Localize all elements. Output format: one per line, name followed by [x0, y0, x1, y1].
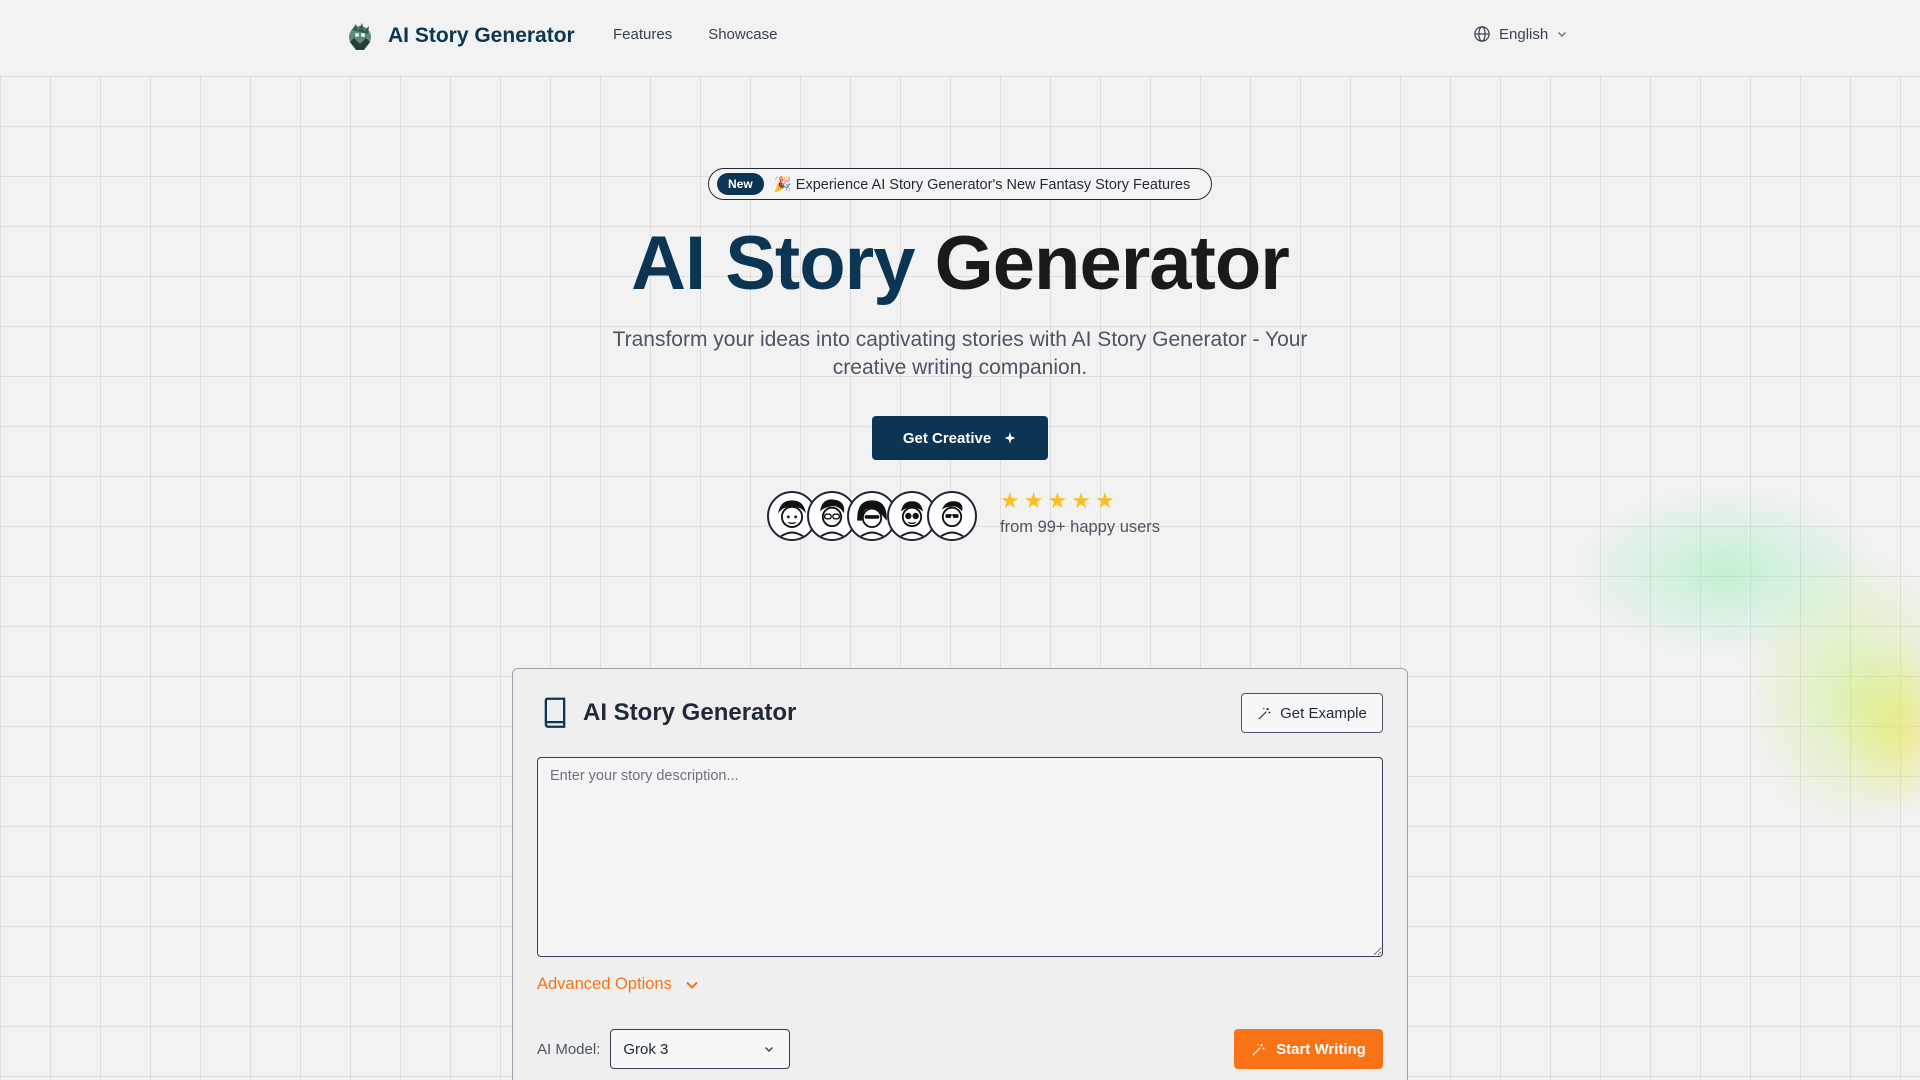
logo-text: AI Story Generator	[388, 24, 575, 47]
nav-item-showcase[interactable]: Showcase	[708, 26, 777, 43]
sparkle-icon	[1004, 432, 1016, 444]
star-icon: ★	[1071, 488, 1091, 513]
chevron-down-icon	[686, 981, 698, 989]
decorative-glow	[1440, 380, 1920, 860]
get-creative-button[interactable]: Get Creative	[872, 416, 1048, 460]
model-row: AI Model: Grok 3	[537, 1029, 791, 1069]
new-badge: New	[717, 173, 764, 195]
star-rating: ★ ★ ★ ★ ★	[1000, 490, 1160, 512]
language-selector[interactable]: English	[1473, 25, 1568, 43]
start-writing-button[interactable]: Start Writing	[1234, 1029, 1383, 1069]
get-example-button[interactable]: Get Example	[1241, 693, 1383, 733]
story-generator-card: AI Story Generator Get Example Advanced …	[512, 668, 1408, 1080]
star-icon: ★	[1047, 488, 1068, 513]
globe-icon	[1474, 26, 1490, 42]
announcement-text: 🎉 Experience AI Story Generator's New Fa…	[774, 176, 1191, 193]
party-icon: 🎉	[773, 176, 792, 193]
advanced-options-toggle[interactable]: Advanced Options	[537, 975, 700, 994]
rating-text: from 99+ happy users	[1000, 518, 1161, 536]
announcement-badge[interactable]: New 🎉 Experience AI Story Generator's Ne…	[708, 168, 1212, 200]
user-rating: ★ ★ ★ ★ ★ from 99+ happy users	[1000, 490, 1160, 537]
model-value: Grok 3	[623, 1040, 669, 1058]
card-title: AI Story Generator	[583, 699, 797, 726]
model-select[interactable]: Grok 3	[610, 1029, 791, 1069]
model-label: AI Model:	[537, 1040, 601, 1058]
title-accent: AI Story	[631, 221, 915, 306]
logo-link[interactable]: AI Story Generator	[344, 20, 575, 52]
chevron-down-icon	[765, 1047, 774, 1052]
story-description-input[interactable]	[537, 757, 1383, 957]
nav-item-features[interactable]: Features	[613, 26, 672, 43]
book-icon	[544, 697, 566, 728]
user-face-icon	[939, 501, 965, 538]
hero-subtitle: Transform your ideas into captivating st…	[612, 328, 1308, 379]
avatar	[927, 491, 977, 541]
user-avatars	[767, 491, 977, 541]
language-label: English	[1499, 25, 1549, 43]
advanced-options-label: Advanced Options	[537, 975, 672, 993]
get-creative-label: Get Creative	[902, 429, 992, 447]
get-example-label: Get Example	[1280, 704, 1367, 722]
star-icon: ★	[1094, 488, 1115, 513]
page-title: AI Story Generator	[0, 220, 1920, 307]
magic-wand-icon	[1258, 707, 1271, 720]
card-header: AI Story Generator	[541, 697, 796, 729]
start-writing-label: Start Writing	[1276, 1040, 1366, 1058]
announcement-label: Experience AI Story Generator's New Fant…	[795, 176, 1191, 193]
chevron-down-icon	[1558, 32, 1567, 37]
magic-wand-icon	[1252, 1043, 1265, 1056]
main-nav: Features Showcase	[613, 26, 777, 43]
logo-icon	[349, 23, 371, 50]
site-header: AI Story Generator Features Showcase Eng…	[0, 0, 1920, 72]
star-icon: ★	[1000, 488, 1020, 513]
title-rest: Generator	[934, 221, 1290, 306]
star-icon: ★	[1023, 488, 1044, 513]
